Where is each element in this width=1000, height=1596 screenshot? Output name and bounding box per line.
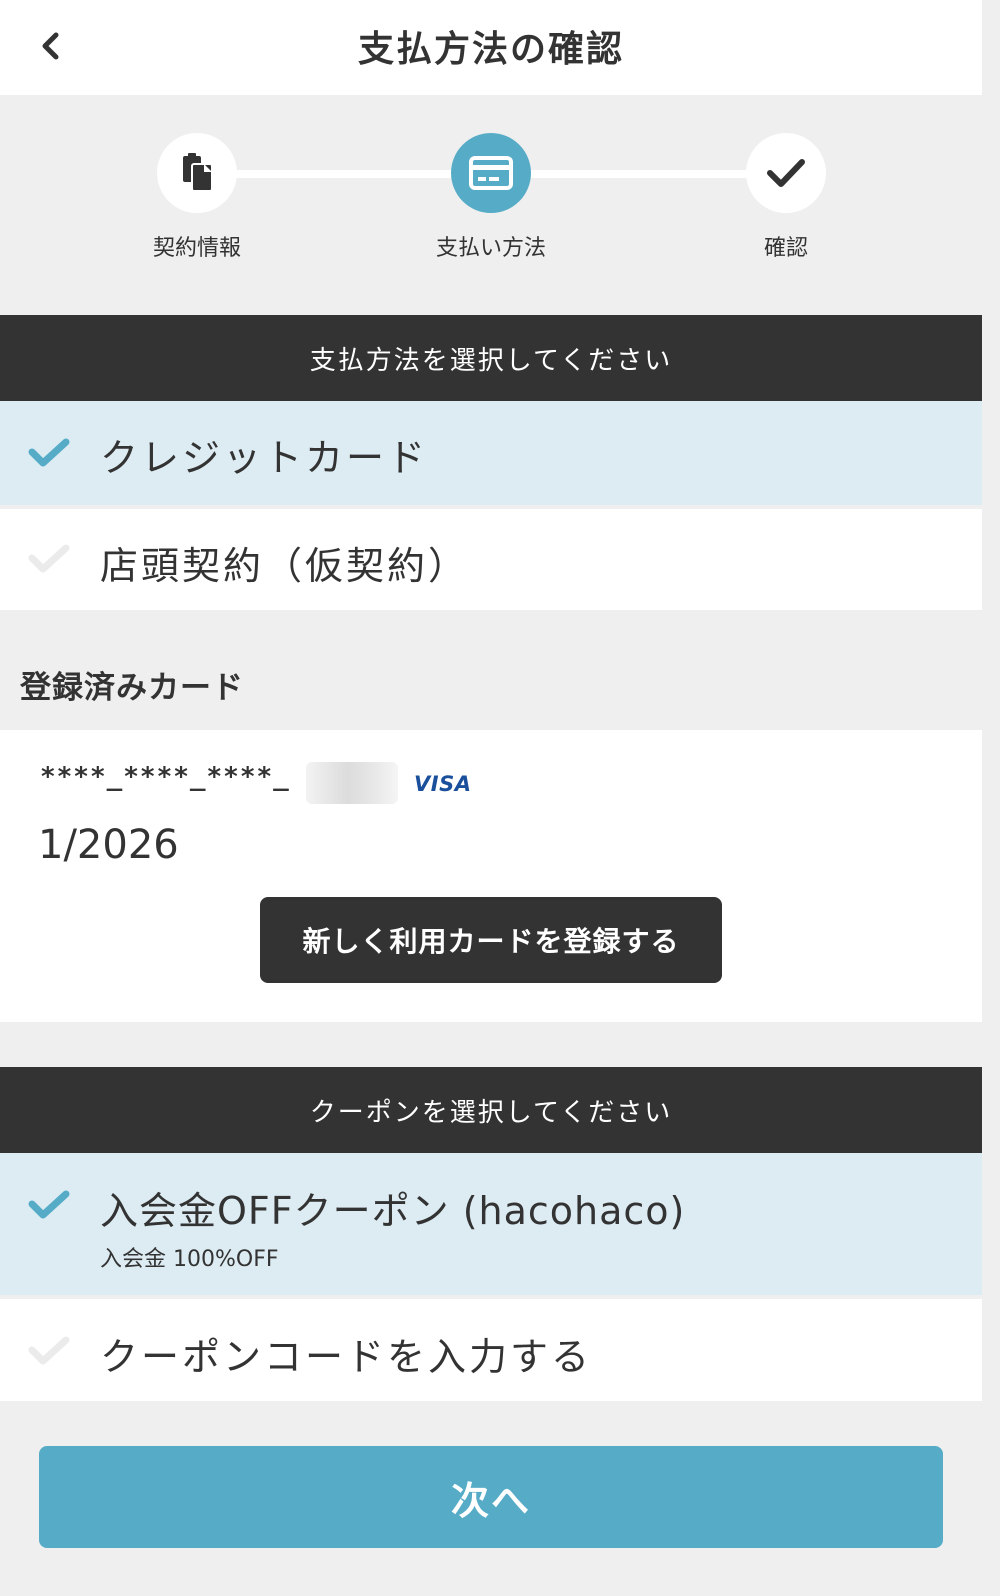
page-title: 支払方法の確認: [357, 29, 624, 70]
step-label: 確認: [763, 236, 808, 261]
clipboard-icon: [183, 153, 213, 192]
step-contract-info: [157, 133, 237, 213]
payment-option-label: クレジットカード: [100, 436, 429, 480]
coupon-option-label: クーポンコードを入力する: [100, 1335, 593, 1379]
card-expiry: 1/2026: [38, 822, 179, 868]
credit-card-icon: [469, 156, 513, 190]
step-connector: [528, 170, 748, 178]
payment-option-in-store[interactable]: 店頭契約（仮契約）: [0, 509, 982, 610]
header: 支払方法の確認: [0, 0, 982, 95]
coupon-option-enter-code[interactable]: クーポンコードを入力する: [0, 1299, 982, 1401]
step-confirm: [746, 133, 826, 213]
check-icon: [28, 438, 70, 467]
visa-logo: VISA: [414, 772, 472, 796]
registered-cards-heading: 登録済みカード: [20, 670, 244, 706]
check-icon: [28, 1336, 70, 1365]
card-number: ****_****_****_: [40, 762, 290, 792]
payment-option-credit-card[interactable]: クレジットカード: [0, 401, 982, 505]
check-icon: [28, 544, 70, 573]
step-label: 契約情報: [152, 236, 241, 261]
coupon-option-label: 入会金OFFクーポン (hacohaco): [100, 1189, 686, 1233]
check-icon: [28, 1190, 70, 1219]
registered-card-panel: ****_****_****_ VISA 1/2026 新しく利用カードを登録す…: [0, 730, 982, 1022]
step-payment-method: [451, 133, 531, 213]
progress-stepper: 契約情報 支払い方法 確認: [0, 95, 982, 315]
next-button[interactable]: 次へ: [39, 1446, 943, 1548]
app-frame: 支払方法の確認 契約情報 支払い方法 確認 支払方法を選択してください クレジッ…: [0, 0, 982, 1596]
step-connector: [234, 170, 454, 178]
register-new-card-button[interactable]: 新しく利用カードを登録する: [260, 897, 722, 983]
payment-section-title: 支払方法を選択してください: [0, 315, 982, 401]
check-icon: [767, 159, 805, 187]
step-label: 支払い方法: [435, 236, 546, 261]
coupon-option-hacohaco[interactable]: 入会金OFFクーポン (hacohaco) 入会金 100%OFF: [0, 1153, 982, 1295]
coupon-option-sub: 入会金 100%OFF: [100, 1247, 279, 1272]
coupon-section-title: クーポンを選択してください: [0, 1067, 982, 1153]
payment-option-label: 店頭契約（仮契約）: [100, 544, 470, 588]
masked-digits: [306, 762, 398, 804]
